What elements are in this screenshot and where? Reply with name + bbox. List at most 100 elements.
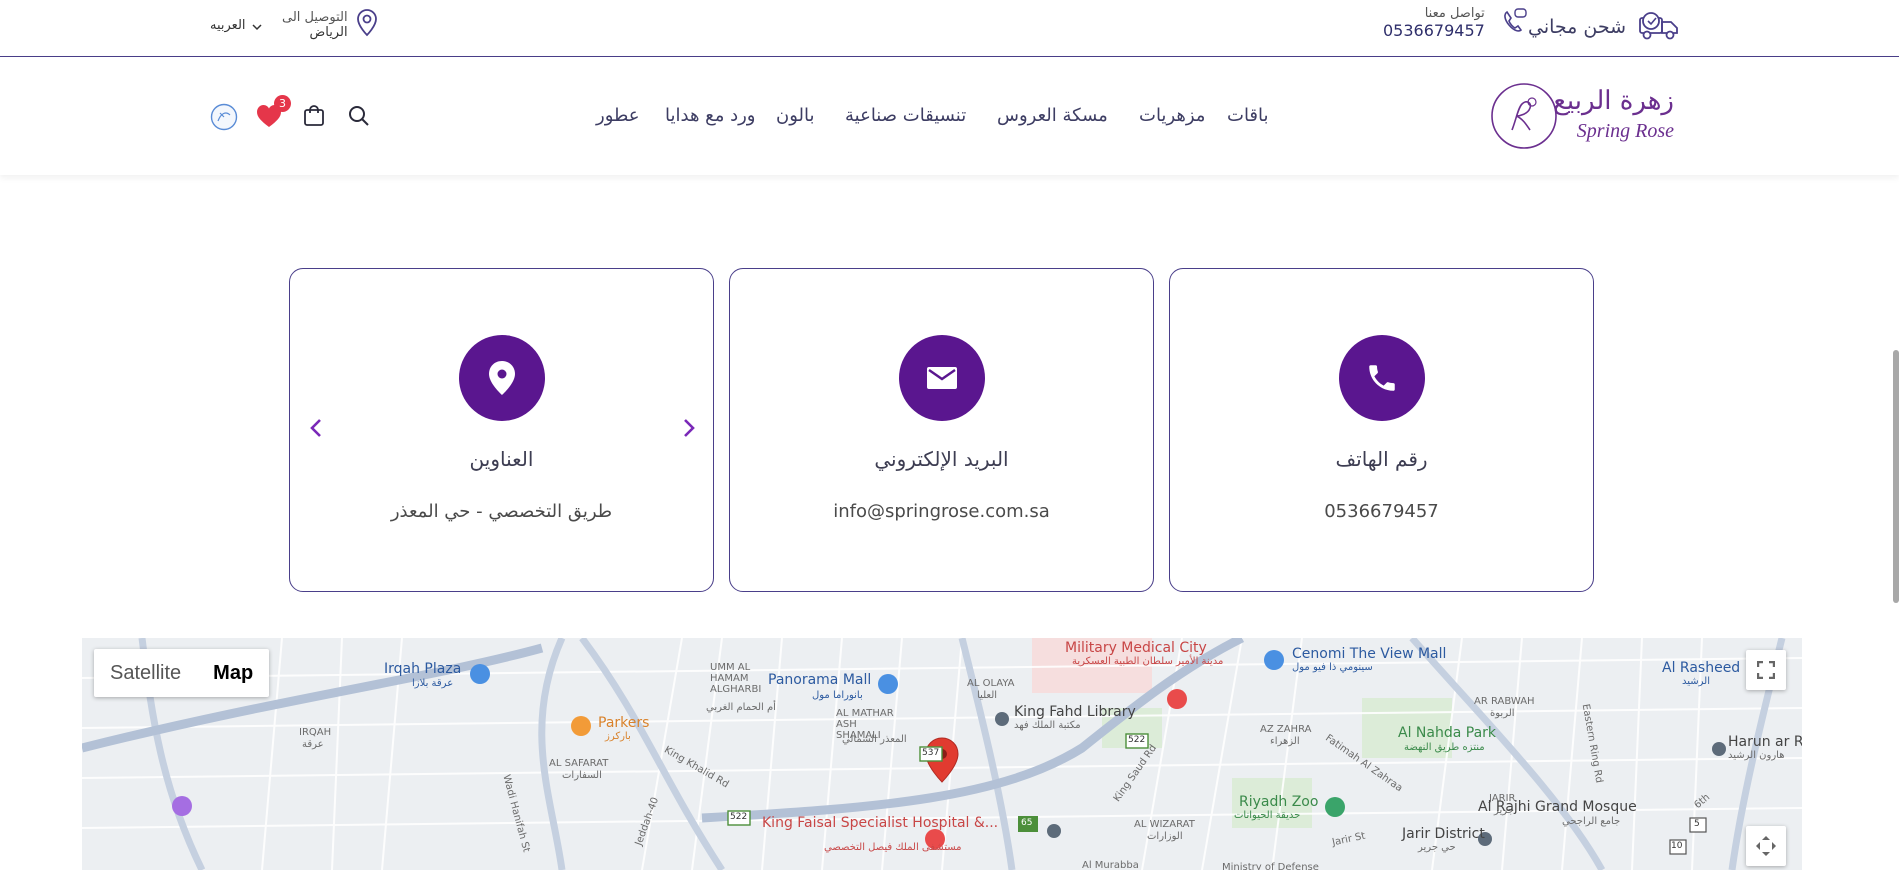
- nav-item-bouquets[interactable]: باقات: [1227, 105, 1269, 126]
- site-logo[interactable]: زهرة الربيع Spring Rose: [1490, 82, 1674, 152]
- map-label: سينومي ذا فيو مول: [1292, 662, 1373, 673]
- card-title: رقم الهاتف: [1335, 447, 1428, 471]
- map-fullscreen-button[interactable]: [1746, 650, 1786, 690]
- card-title: البريد الإلكتروني: [874, 447, 1009, 471]
- map-map-button[interactable]: Map: [197, 649, 269, 697]
- map-label: أم الحمام الغربي: [706, 702, 776, 713]
- map-label: حديقة الحيوانات: [1234, 810, 1301, 821]
- nav-item-perfumes[interactable]: عطور: [596, 105, 640, 126]
- route-shield: 10: [1671, 841, 1683, 851]
- chevron-left-icon: [310, 419, 321, 437]
- map-label: عرقة بلازا: [412, 678, 454, 689]
- phone-chat-icon: [1499, 6, 1529, 40]
- map-label: IRQAH: [299, 727, 332, 738]
- nav-item-balloons[interactable]: بالون: [776, 105, 815, 126]
- account-avatar-icon[interactable]: [210, 103, 238, 135]
- delivery-city: الرياض: [309, 25, 348, 40]
- location-map[interactable]: Military Medical City مدينة الأمير سلطان…: [82, 638, 1802, 870]
- route-shield: 522: [730, 812, 748, 822]
- map-roads: [82, 638, 1802, 870]
- free-shipping-label: شحن مجاني: [1528, 16, 1627, 38]
- map-label: Riyadh Zoo: [1239, 794, 1319, 810]
- map-label: الرشيد: [1682, 676, 1710, 687]
- map-label: العليا: [977, 690, 998, 701]
- route-shield: 5: [1694, 819, 1700, 829]
- location-pin-icon: [458, 335, 545, 421]
- card-title: العناوين: [469, 447, 534, 471]
- route-shield: 65: [1021, 818, 1033, 828]
- map-label: AL SAFARAT: [549, 758, 609, 769]
- map-label: Irqah Plaza: [384, 661, 462, 677]
- map-label: المعذر الشمالي: [842, 734, 907, 745]
- map-label: مدينة الأمير سلطان الطبية العسكرية: [1072, 656, 1224, 667]
- logo-emblem-icon: [1491, 83, 1557, 149]
- chevron-down-icon: [252, 16, 262, 35]
- map-label: هارون الرشيد: [1728, 750, 1785, 761]
- card-value[interactable]: 0536679457: [1170, 501, 1593, 522]
- map-label: بانوراما مول: [812, 690, 863, 701]
- map-label: King Fahd Library: [1014, 704, 1136, 720]
- map-label: مكتبة الملك فهد: [1014, 720, 1081, 731]
- map-label: Panorama Mall: [768, 672, 872, 688]
- card-value[interactable]: info@springrose.com.sa: [730, 501, 1153, 522]
- map-label: AL WIZARAT: [1134, 819, 1195, 830]
- contact-card-address: العناوين طريق التخصصي - حي المعذر: [289, 268, 714, 592]
- map-label: منتزه طريق النهضة: [1404, 742, 1485, 753]
- search-icon[interactable]: [348, 105, 370, 131]
- page-scrollbar[interactable]: [1893, 350, 1899, 603]
- map-label: Al Rajhi Grand Mosque: [1478, 799, 1637, 815]
- map-label: Harun ar Ra: [1728, 734, 1802, 750]
- map-label: باركرز: [605, 731, 631, 742]
- map-label: Parkers: [598, 715, 650, 731]
- email-icon: [898, 335, 985, 421]
- map-label: Cenomi The View Mall: [1292, 646, 1447, 662]
- route-shield: 522: [1128, 735, 1146, 745]
- map-label: السفارات: [562, 770, 602, 781]
- map-label: Al Murabba: [1082, 860, 1139, 870]
- carousel-next-arrow[interactable]: [679, 416, 699, 440]
- wishlist-count-badge: 3: [274, 95, 291, 112]
- map-camera-control-button[interactable]: [1746, 826, 1786, 866]
- map-label: جامع الراجحي: [1562, 816, 1621, 827]
- carousel-prev-arrow[interactable]: [306, 416, 326, 440]
- map-label: AZ ZAHRA: [1260, 724, 1312, 735]
- delivery-location[interactable]: التوصيل الى الرياض: [282, 8, 378, 42]
- map-label: Ministry of Defense: [1222, 862, 1319, 870]
- move-arrows-icon: [1756, 836, 1776, 856]
- map-label: King Faisal Specialist Hospital &...: [762, 815, 999, 831]
- map-label: AR RABWAH: [1474, 696, 1535, 707]
- cart-icon[interactable]: [303, 103, 325, 131]
- map-label: عرقة: [302, 739, 324, 750]
- language-label: العربيه: [210, 18, 246, 33]
- map-label: الوزارات: [1147, 831, 1183, 842]
- map-label: الزهراء: [1270, 736, 1300, 747]
- nav-item-gifts[interactable]: ورد مع هدايا: [665, 105, 756, 126]
- top-bar: شحن مجاني تواصل معنا 0536679457 العربيه …: [0, 0, 1899, 57]
- logo-arabic: زهرة الربيع: [1553, 86, 1674, 116]
- nav-item-bridal[interactable]: مسكة العروس: [997, 105, 1108, 126]
- map-label: Military Medical City: [1065, 640, 1207, 656]
- map-label: AL OLAYA: [967, 678, 1015, 689]
- nav-item-vases[interactable]: مزهريات: [1139, 105, 1205, 126]
- card-value: طريق التخصصي - حي المعذر: [390, 501, 613, 522]
- truck-icon: [1636, 8, 1682, 46]
- contact-label: تواصل معنا: [1424, 6, 1485, 21]
- location-pin-icon: [356, 8, 378, 42]
- map-label: حي جرير: [1418, 842, 1456, 853]
- map-label: مستشفى الملك فيصل التخصصي: [824, 842, 962, 853]
- free-shipping: شحن مجاني: [1528, 8, 1682, 46]
- contact-card-email: البريد الإلكتروني info@springrose.com.sa: [729, 268, 1154, 592]
- map-type-toggle: Satellite Map: [94, 649, 270, 697]
- contact-info[interactable]: تواصل معنا 0536679457: [1383, 6, 1529, 40]
- map-label: Jarir District: [1402, 826, 1485, 842]
- map-satellite-button[interactable]: Satellite: [94, 649, 197, 697]
- contact-phone[interactable]: 0536679457: [1383, 21, 1485, 40]
- map-label: Al Nahda Park: [1398, 725, 1497, 741]
- route-shield: 537: [922, 748, 940, 758]
- logo-english: Spring Rose: [1576, 120, 1674, 142]
- delivery-label: التوصيل الى: [282, 10, 348, 25]
- map-label: UMM AL HAMAM ALGHARBI: [710, 662, 762, 695]
- language-select[interactable]: العربيه: [210, 16, 262, 35]
- nav-item-artificial[interactable]: تنسيقات صناعية: [845, 105, 966, 126]
- map-label: Al Rasheed M: [1662, 660, 1757, 676]
